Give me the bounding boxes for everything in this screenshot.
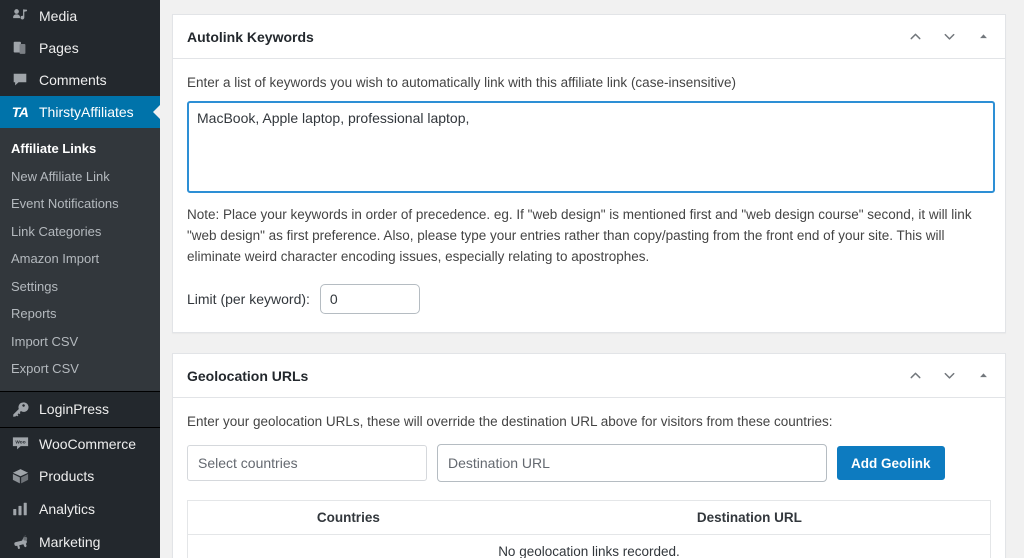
- sidebar-item-label: Media: [39, 9, 77, 23]
- submenu-item-affiliate-links[interactable]: Affiliate Links: [0, 135, 160, 163]
- admin-sidebar: Media Pages Comments TA Thirst: [0, 0, 160, 558]
- submenu-item-link-categories[interactable]: Link Categories: [0, 218, 160, 246]
- media-icon: [10, 6, 30, 26]
- limit-row: Limit (per keyword):: [187, 284, 991, 314]
- panel-header-autolink: Autolink Keywords: [173, 15, 1005, 59]
- autolink-note: Note: Place your keywords in order of pr…: [187, 205, 999, 268]
- sidebar-item-marketing[interactable]: Marketing: [0, 526, 160, 558]
- panel-body-geolocation: Enter your geolocation URLs, these will …: [173, 398, 1005, 558]
- analytics-bars-icon: [10, 499, 30, 519]
- panel-header-geolocation: Geolocation URLs: [173, 354, 1005, 398]
- sidebar-item-label: ThirstyAffiliates: [39, 105, 134, 119]
- sidebar-item-thirstyaffiliates[interactable]: TA ThirstyAffiliates: [0, 96, 160, 128]
- thirstyaffiliates-logo-text: TA: [12, 104, 29, 120]
- table-row: No geolocation links recorded.: [188, 535, 991, 558]
- woocommerce-icon: Woo: [10, 434, 30, 454]
- geolocation-input-row: Add Geolink: [187, 444, 991, 482]
- empty-state-message: No geolocation links recorded.: [188, 535, 991, 558]
- products-box-icon: [10, 466, 30, 486]
- table-header-row: Countries Destination URL: [188, 501, 991, 535]
- autolink-description: Enter a list of keywords you wish to aut…: [187, 73, 991, 93]
- triangle-up-icon[interactable]: [973, 27, 993, 47]
- thirstyaffiliates-submenu: Affiliate Links New Affiliate Link Event…: [0, 128, 160, 391]
- chevron-down-icon[interactable]: [939, 366, 959, 386]
- panel-title: Autolink Keywords: [187, 30, 314, 44]
- triangle-up-icon[interactable]: [973, 366, 993, 386]
- limit-label: Limit (per keyword):: [187, 291, 310, 307]
- destination-url-input[interactable]: [437, 444, 827, 482]
- sidebar-item-label: Marketing: [39, 535, 100, 549]
- chevron-up-icon[interactable]: [905, 27, 925, 47]
- panel-title: Geolocation URLs: [187, 369, 308, 383]
- autolink-keywords-textarea[interactable]: [187, 101, 995, 193]
- sidebar-item-label: LoginPress: [39, 402, 109, 416]
- pages-icon: [10, 38, 30, 58]
- sidebar-item-media[interactable]: Media: [0, 0, 160, 32]
- svg-text:Woo: Woo: [15, 440, 25, 446]
- submenu-item-new-affiliate-link[interactable]: New Affiliate Link: [0, 163, 160, 191]
- panel-autolink-keywords: Autolink Keywords Enter a list of keywor…: [172, 14, 1006, 333]
- sidebar-item-pages[interactable]: Pages: [0, 32, 160, 64]
- panel-actions: [905, 27, 993, 47]
- submenu-item-import-csv[interactable]: Import CSV: [0, 328, 160, 356]
- select-countries-input[interactable]: [187, 445, 427, 481]
- admin-screen: Media Pages Comments TA Thirst: [0, 0, 1024, 558]
- sidebar-item-label: Comments: [39, 73, 107, 87]
- sidebar-item-analytics[interactable]: Analytics: [0, 493, 160, 526]
- geolocation-description: Enter your geolocation URLs, these will …: [187, 412, 991, 432]
- sidebar-item-label: Products: [39, 469, 94, 483]
- column-header-destination-url: Destination URL: [509, 501, 991, 535]
- geolocation-table: Countries Destination URL No geolocation…: [187, 500, 991, 558]
- sidebar-item-products[interactable]: Products: [0, 460, 160, 493]
- sidebar-item-label: Analytics: [39, 502, 95, 516]
- limit-input[interactable]: [320, 284, 420, 314]
- column-header-countries: Countries: [188, 501, 509, 535]
- main-content: Autolink Keywords Enter a list of keywor…: [160, 0, 1024, 558]
- chevron-down-icon[interactable]: [939, 27, 959, 47]
- sidebar-item-label: Pages: [39, 41, 79, 55]
- panel-body-autolink: Enter a list of keywords you wish to aut…: [173, 59, 1005, 332]
- panel-geolocation-urls: Geolocation URLs Enter your geolocation …: [172, 353, 1006, 558]
- add-geolink-button[interactable]: Add Geolink: [837, 446, 945, 480]
- comments-icon: [10, 70, 30, 90]
- submenu-item-event-notifications[interactable]: Event Notifications: [0, 190, 160, 218]
- loginpress-key-icon: [10, 399, 30, 419]
- panel-actions: [905, 366, 993, 386]
- submenu-item-reports[interactable]: Reports: [0, 300, 160, 328]
- sidebar-item-comments[interactable]: Comments: [0, 64, 160, 96]
- thirstyaffiliates-icon: TA: [10, 102, 30, 122]
- submenu-item-export-csv[interactable]: Export CSV: [0, 355, 160, 383]
- sidebar-item-label: WooCommerce: [39, 437, 136, 451]
- submenu-item-amazon-import[interactable]: Amazon Import: [0, 245, 160, 273]
- sidebar-item-woocommerce[interactable]: Woo WooCommerce: [0, 427, 160, 460]
- submenu-item-settings[interactable]: Settings: [0, 273, 160, 301]
- marketing-megaphone-icon: [10, 532, 30, 552]
- active-arrow-icon: [153, 104, 160, 120]
- chevron-up-icon[interactable]: [905, 366, 925, 386]
- sidebar-item-loginpress[interactable]: LoginPress: [0, 391, 160, 427]
